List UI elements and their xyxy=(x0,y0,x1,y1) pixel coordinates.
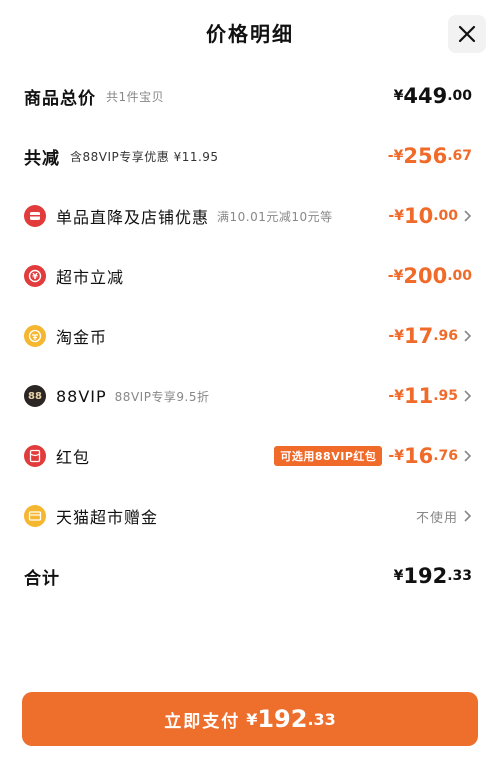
discount-total-note: 含88VIP专享优惠 ¥11.95 xyxy=(70,149,219,164)
yen-refresh-icon: ¥ xyxy=(24,265,46,287)
amount-decimal: .95 xyxy=(433,388,458,404)
currency-symbol: -¥ xyxy=(388,208,404,224)
vip88-row[interactable]: 88 88VIP 88VIP专享9.5折 -¥ 11.95 xyxy=(24,376,472,416)
pay-now-label: 立即支付 xyxy=(164,711,241,732)
amount-decimal: .00 xyxy=(447,268,472,284)
amount-decimal: .76 xyxy=(433,448,458,464)
amount-decimal: .33 xyxy=(447,568,472,584)
item-discount-note: 满10.01元减10元等 xyxy=(217,209,333,224)
amount-integer: 10 xyxy=(403,204,434,228)
amount-integer: 192 xyxy=(403,564,448,588)
pay-currency: ¥ xyxy=(246,709,258,729)
pay-now-button[interactable]: 立即支付 ¥192.33 xyxy=(22,692,478,746)
chevron-right-icon xyxy=(464,450,472,462)
svg-text:¥: ¥ xyxy=(32,272,38,281)
supermarket-label: 超市立减 xyxy=(56,268,125,287)
chevron-right-icon xyxy=(464,330,472,342)
vip-red-packet-badge[interactable]: 可选用88VIP红包 xyxy=(274,446,383,466)
amount-integer: 200 xyxy=(403,264,448,288)
taojinbi-amount: -¥ 17.96 xyxy=(388,324,472,348)
item-discount-label: 单品直降及店铺优惠 xyxy=(56,208,210,227)
red-packet-label: 红包 xyxy=(56,448,91,467)
chevron-right-icon xyxy=(464,210,472,222)
gift-card-icon xyxy=(24,505,46,527)
vip88-icon-text: 88 xyxy=(28,390,42,402)
amount-integer: 17 xyxy=(403,324,434,348)
shop-discount-icon xyxy=(24,205,46,227)
currency-symbol: ¥ xyxy=(393,568,404,584)
gift-money-row[interactable]: 天猫超市赠金 不使用 xyxy=(24,496,472,536)
currency-symbol: -¥ xyxy=(388,328,404,344)
coin-icon xyxy=(24,325,46,347)
gift-money-value: 不使用 xyxy=(415,510,458,526)
page-title: 价格明细 xyxy=(206,22,294,46)
amount-integer: 449 xyxy=(403,84,448,108)
amount-integer: 256 xyxy=(403,144,448,168)
total-amount: ¥192.33 xyxy=(394,564,472,588)
currency-symbol: -¥ xyxy=(387,148,404,164)
supermarket-discount-row: ¥ 超市立减 -¥ 200.00 xyxy=(24,256,472,296)
currency-symbol: -¥ xyxy=(388,448,404,464)
red-packet-row[interactable]: 红包 可选用88VIP红包 -¥ 16.76 xyxy=(24,436,472,476)
discount-total-label: 共减 xyxy=(24,148,60,169)
currency-symbol: -¥ xyxy=(387,268,404,284)
vip88-note: 88VIP专享9.5折 xyxy=(114,389,210,404)
price-detail-sheet: 价格明细 商品总价 共1件宝贝 ¥449.00 共减 含88VIP专享优惠 ¥1… xyxy=(0,0,500,767)
discount-total-row: 共减 含88VIP专享优惠 ¥11.95 -¥ 256.67 xyxy=(24,136,472,176)
discount-total-amount: -¥ 256.67 xyxy=(388,144,472,168)
close-button[interactable] xyxy=(448,15,486,53)
total-label: 合计 xyxy=(24,568,60,589)
vip88-icon: 88 xyxy=(24,385,46,407)
total-row: 合计 ¥192.33 xyxy=(24,556,472,596)
amount-decimal: .00 xyxy=(447,88,472,104)
chevron-right-icon xyxy=(464,390,472,402)
item-count: 共1件宝贝 xyxy=(106,89,165,104)
subtotal-amount: ¥449.00 xyxy=(394,84,472,108)
taojinbi-label: 淘金币 xyxy=(56,328,108,347)
pay-amount-integer: 192 xyxy=(257,705,308,733)
gift-money-label: 天猫超市赠金 xyxy=(56,508,159,527)
red-packet-amount: 可选用88VIP红包 -¥ 16.76 xyxy=(274,444,472,468)
taojinbi-row[interactable]: 淘金币 -¥ 17.96 xyxy=(24,316,472,356)
amount-decimal: .00 xyxy=(433,208,458,224)
currency-symbol: -¥ xyxy=(388,388,404,404)
close-icon xyxy=(458,25,476,43)
amount-integer: 11 xyxy=(403,384,434,408)
pay-amount-decimal: .33 xyxy=(307,709,336,729)
subtotal-row: 商品总价 共1件宝贝 ¥449.00 xyxy=(24,76,472,116)
gift-money-value-group: 不使用 xyxy=(416,507,472,526)
vip88-amount: -¥ 11.95 xyxy=(388,384,472,408)
vip88-label: 88VIP xyxy=(56,386,107,406)
red-packet-icon xyxy=(24,445,46,467)
subtotal-label: 商品总价 xyxy=(24,88,96,109)
supermarket-amount: -¥ 200.00 xyxy=(388,264,472,288)
item-discount-row[interactable]: 单品直降及店铺优惠 满10.01元减10元等 -¥ 10.00 xyxy=(24,196,472,236)
amount-integer: 16 xyxy=(403,444,434,468)
amount-decimal: .96 xyxy=(433,328,458,344)
item-discount-amount: -¥ 10.00 xyxy=(388,204,472,228)
chevron-right-icon xyxy=(464,510,472,522)
currency-symbol: ¥ xyxy=(393,88,404,104)
amount-decimal: .67 xyxy=(447,148,472,164)
